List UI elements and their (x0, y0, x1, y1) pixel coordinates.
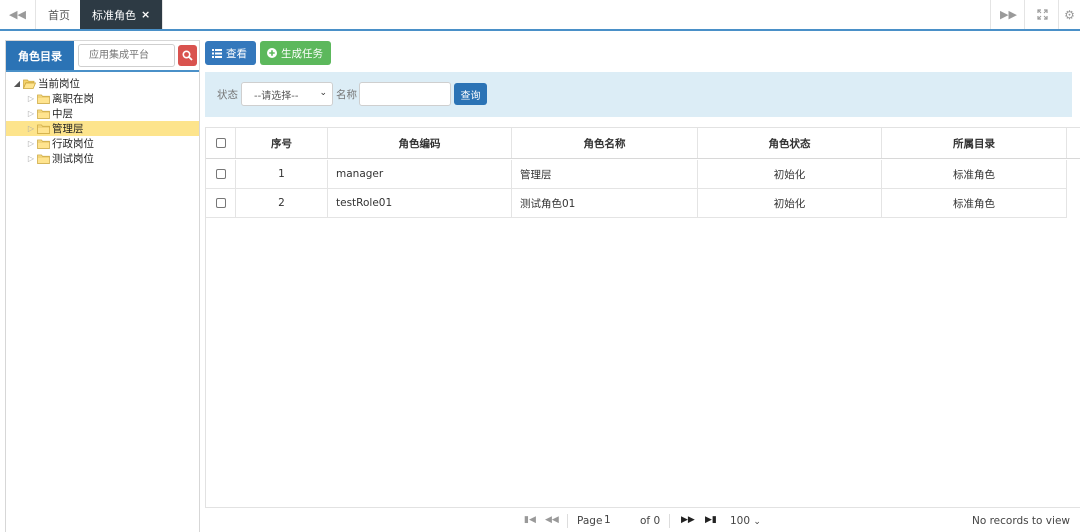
folder-icon (37, 124, 50, 134)
cell-code: manager (328, 160, 512, 188)
generate-task-button[interactable]: 生成任务 (260, 41, 331, 65)
page-size-value: 100 (730, 515, 751, 527)
plus-circle-icon (267, 48, 277, 58)
table-row[interactable]: 1 manager 管理层 初始化 标准角色 (206, 160, 1067, 189)
tree-node-label: 当前岗位 (38, 78, 80, 90)
header-code[interactable]: 角色编码 (328, 128, 512, 158)
tab-standard-role-label: 标准角色 (92, 8, 136, 22)
last-page-icon[interactable]: ▶▮ (705, 515, 717, 525)
page-total: of 0 (640, 515, 661, 527)
tab-home[interactable]: 首页 (36, 0, 83, 29)
tree-node-label: 行政岗位 (52, 138, 94, 150)
settings-button[interactable]: ⚙ (1058, 0, 1080, 29)
status-select[interactable]: --请选择-- ⌄ (241, 82, 333, 106)
grid-header: 序号 角色编码 角色名称 角色状态 所属目录 (206, 128, 1080, 159)
view-button[interactable]: 查看 (205, 41, 256, 65)
role-directory-header: 角色目录 (6, 41, 199, 70)
scroll-tabs-left-button[interactable]: ◀◀ (0, 0, 36, 29)
folder-icon (37, 109, 50, 119)
header-status[interactable]: 角色状态 (698, 128, 882, 158)
table-row[interactable]: 2 testRole01 测试角色01 初始化 标准角色 (206, 189, 1067, 218)
row-checkbox[interactable] (215, 198, 226, 208)
cell-status: 初始化 (698, 160, 882, 188)
view-button-label: 查看 (226, 47, 247, 60)
page-number-input[interactable]: 1 (604, 514, 632, 528)
row-checkbox[interactable] (215, 169, 226, 179)
cell-no: 2 (236, 189, 328, 217)
page-size-select[interactable]: 100 ⌄ (730, 515, 761, 527)
caret-right-icon[interactable]: ▷ (26, 124, 36, 133)
select-all-checkbox[interactable] (215, 138, 226, 148)
folder-icon (37, 139, 50, 149)
directory-search-button[interactable] (178, 45, 197, 66)
name-input[interactable] (359, 82, 451, 106)
prev-page-icon[interactable]: ◀◀ (545, 515, 559, 525)
tree-node[interactable]: ▷ 行政岗位 (6, 136, 199, 151)
next-page-icon[interactable]: ▶▶ (681, 515, 695, 525)
header-name[interactable]: 角色名称 (512, 128, 698, 158)
generate-task-label: 生成任务 (281, 47, 323, 60)
cell-directory: 标准角色 (882, 160, 1067, 188)
cell-directory: 标准角色 (882, 189, 1067, 217)
gear-icon: ⚙ (1064, 7, 1075, 22)
status-label: 状态 (217, 89, 238, 101)
name-label: 名称 (336, 89, 357, 101)
tab-bar: ◀◀ 首页 标准角色 × ▶▶ ⚙ (0, 0, 1080, 31)
role-directory-panel: 角色目录 ◢当前岗位▷离职在岗▷中层▷管理层▷行政岗位▷测试岗位 (5, 40, 200, 532)
first-page-icon[interactable]: ▮◀ (524, 515, 536, 525)
filter-bar: 状态 --请选择-- ⌄ 名称 查询 (205, 72, 1072, 117)
chevron-down-icon: ⌄ (753, 517, 761, 527)
expand-icon (1037, 9, 1048, 20)
tree-node[interactable]: ▷ 离职在岗 (6, 91, 199, 106)
select-all-cell (206, 128, 236, 158)
tree-node-label: 离职在岗 (52, 93, 94, 105)
double-chevron-left-icon: ◀◀ (9, 8, 26, 21)
folder-icon (37, 94, 50, 104)
tree-node[interactable]: ◢ 当前岗位 (6, 76, 199, 91)
header-directory[interactable]: 所属目录 (882, 128, 1067, 158)
tree-node[interactable]: ▷ 管理层 (6, 121, 199, 136)
pager-divider (669, 514, 670, 528)
header-divider (6, 70, 199, 72)
double-chevron-right-icon: ▶▶ (1000, 8, 1017, 21)
cell-status: 初始化 (698, 189, 882, 217)
fullscreen-button[interactable] (1024, 0, 1060, 29)
caret-right-icon[interactable]: ▷ (26, 94, 36, 103)
caret-right-icon[interactable]: ▷ (26, 139, 36, 148)
folder-open-icon (23, 79, 36, 89)
chevron-down-icon: ⌄ (319, 88, 327, 98)
role-tree: ◢ 当前岗位 ▷ 离职在岗 ▷ 中层 ▷ 管理层 ▷ 行政岗位 ▷ 测试岗位 (6, 76, 199, 166)
cell-name: 测试角色01 (512, 189, 698, 217)
cell-code: testRole01 (328, 189, 512, 217)
tree-node-label: 测试岗位 (52, 153, 94, 165)
tree-node[interactable]: ▷ 测试岗位 (6, 151, 199, 166)
directory-search-input[interactable] (78, 44, 175, 67)
pager: ▮◀ ◀◀ Page 1 of 0 ▶▶ ▶▮ 100 ⌄ No records… (205, 507, 1080, 532)
status-select-value: --请选择-- (254, 90, 299, 102)
caret-right-icon[interactable]: ▷ (26, 154, 36, 163)
cell-no: 1 (236, 160, 328, 188)
tree-node[interactable]: ▷ 中层 (6, 106, 199, 121)
query-button[interactable]: 查询 (454, 83, 487, 105)
row-select-cell (206, 160, 236, 188)
caret-down-icon[interactable]: ◢ (12, 79, 22, 88)
tree-node-label: 管理层 (52, 123, 84, 135)
list-icon (212, 48, 222, 58)
tab-home-label: 首页 (48, 8, 70, 22)
row-select-cell (206, 189, 236, 217)
caret-right-icon[interactable]: ▷ (26, 109, 36, 118)
scroll-tabs-right-button[interactable]: ▶▶ (990, 0, 1026, 29)
tab-standard-role[interactable]: 标准角色 × (80, 0, 164, 29)
page-label: Page (577, 515, 603, 527)
header-no[interactable]: 序号 (236, 128, 328, 158)
close-icon[interactable]: × (141, 8, 150, 21)
pager-divider (567, 514, 568, 528)
tree-node-label: 中层 (52, 108, 73, 120)
role-grid: 序号 角色编码 角色名称 角色状态 所属目录 1 manager 管理层 初始化… (205, 127, 1080, 532)
cell-name: 管理层 (512, 160, 698, 188)
folder-icon (37, 154, 50, 164)
panel-title: 角色目录 (6, 41, 74, 70)
search-icon (182, 50, 193, 61)
records-info: No records to view (971, 515, 1070, 527)
